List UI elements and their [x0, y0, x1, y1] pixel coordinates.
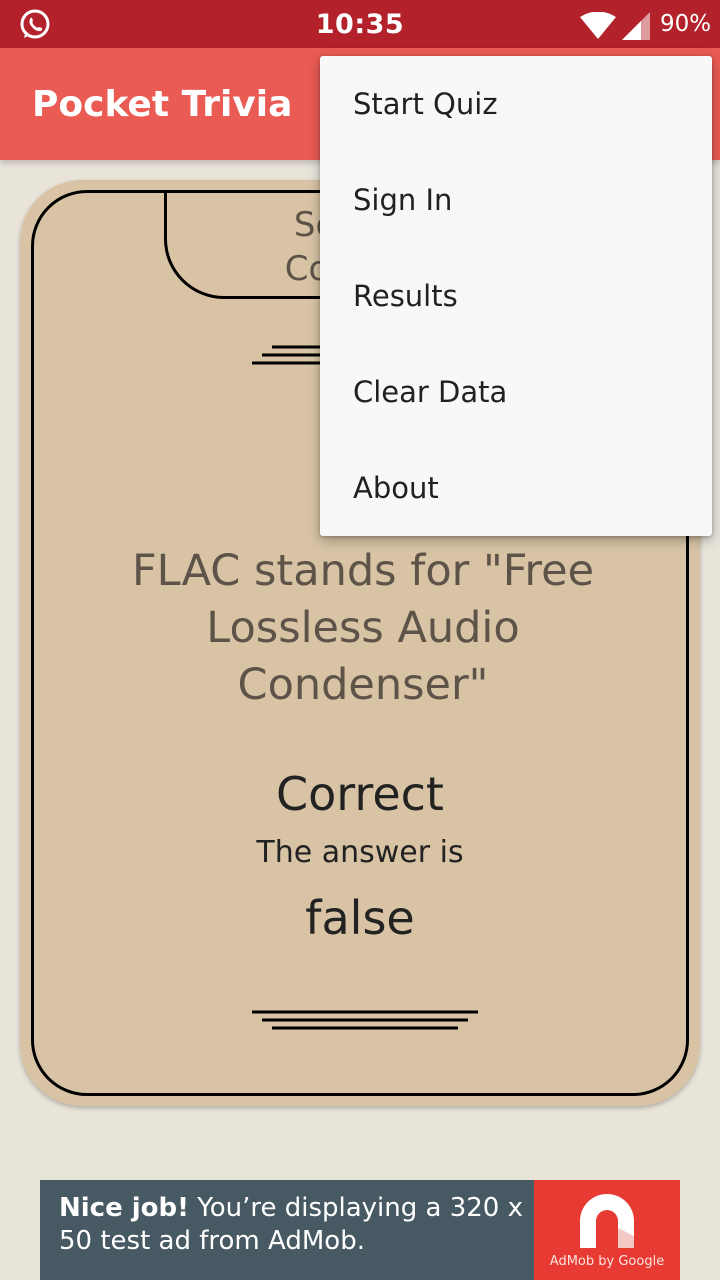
menu-item-sign-in[interactable]: Sign In: [320, 152, 712, 248]
admob-logo-box: AdMob by Google: [534, 1180, 680, 1280]
question-text: FLAC stands for "Free Lossless Audio Con…: [131, 546, 595, 710]
menu-item-results[interactable]: Results: [320, 248, 712, 344]
ad-banner[interactable]: Nice job! You’re displaying a 320 x 50 t…: [40, 1180, 680, 1280]
answer-label: The answer is: [256, 835, 464, 870]
menu-item-clear-data[interactable]: Clear Data: [320, 344, 712, 440]
menu-item-start-quiz[interactable]: Start Quiz: [320, 56, 712, 152]
answer-text: false: [305, 891, 415, 945]
ad-bold-text: Nice job!: [59, 1193, 190, 1223]
app-title: Pocket Trivia: [32, 84, 293, 125]
overflow-menu: Start Quiz Sign In Results Clear Data Ab…: [320, 56, 712, 536]
battery-level: 90%: [660, 11, 712, 37]
admob-brand: AdMob by Google: [549, 1254, 665, 1269]
admob-logo-icon: [580, 1194, 634, 1248]
bottom-divider-lines: [252, 1010, 478, 1030]
signal-icon: [622, 12, 650, 40]
menu-item-about[interactable]: About: [320, 440, 712, 536]
result-text: Correct: [276, 767, 444, 821]
status-bar: 10:35 90%: [0, 0, 720, 48]
wifi-icon: [580, 12, 616, 39]
ad-text: Nice job! You’re displaying a 320 x 50 t…: [59, 1192, 529, 1258]
